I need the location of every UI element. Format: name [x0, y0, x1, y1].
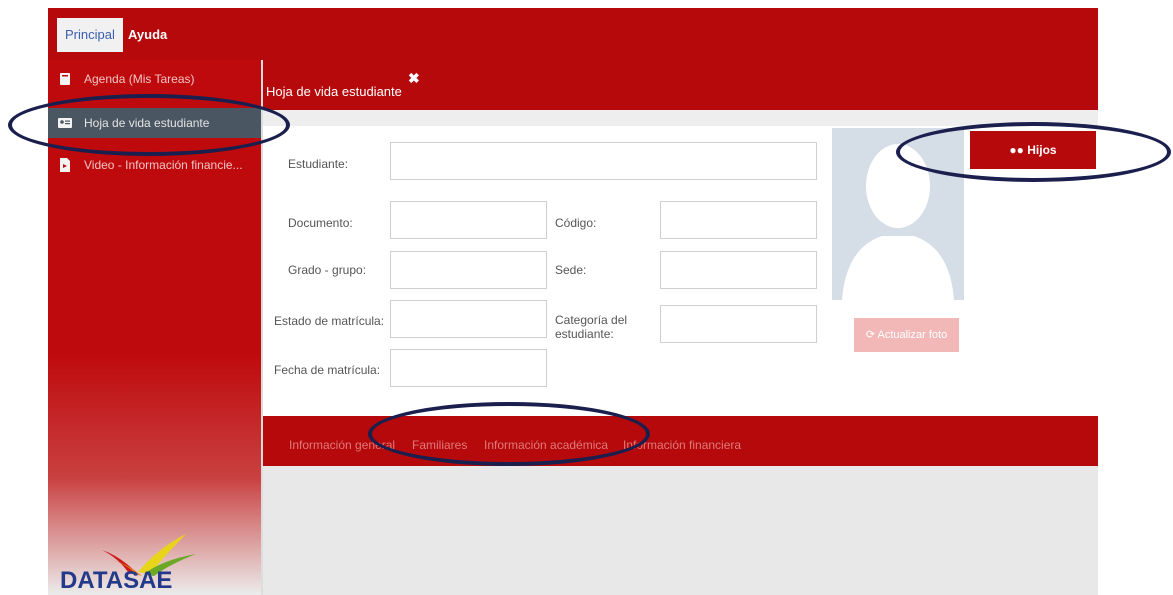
refresh-icon: ⟳ [865, 329, 876, 341]
book-icon [60, 73, 70, 85]
label-categoria: Categoría del estudiante: [555, 313, 628, 341]
annotation-oval-sidebar [8, 94, 290, 156]
label-sede: Sede: [555, 263, 587, 277]
label-codigo: Código: [555, 216, 597, 230]
panel-title: Hoja de vida estudiante [266, 84, 402, 99]
update-photo-label: Actualizar foto [877, 329, 948, 341]
label-grado: Grado - grupo: [288, 263, 367, 277]
sidebar-item-agenda[interactable]: Agenda (Mis Tareas) [48, 64, 261, 94]
estudiante-field[interactable] [390, 142, 817, 180]
update-photo-button[interactable]: ⟳ Actualizar foto [854, 318, 959, 352]
svg-text:DATASAE: DATASAE [60, 567, 172, 590]
datasae-logo: DATASAE [58, 528, 238, 594]
annotation-oval-hijos [896, 122, 1171, 182]
codigo-field[interactable] [660, 201, 817, 239]
tab-ayuda[interactable]: Ayuda [120, 18, 175, 52]
top-menu-bar: Principal Ayuda [48, 8, 1098, 60]
sede-field[interactable] [660, 251, 817, 289]
fecha-matricula-field[interactable] [390, 349, 547, 387]
close-icon[interactable]: ✖ [408, 70, 420, 87]
label-estudiante: Estudiante: [288, 157, 349, 171]
label-fecha: Fecha de matrícula: [274, 363, 381, 377]
tab-principal[interactable]: Principal [57, 18, 123, 52]
grado-field[interactable] [390, 251, 547, 289]
label-estado: Estado de matrícula: [274, 314, 385, 328]
categoria-field[interactable] [660, 305, 817, 343]
estado-matricula-field[interactable] [390, 300, 547, 338]
tab-content-area [263, 466, 1098, 595]
label-documento: Documento: [288, 216, 353, 230]
sidebar-item-label: Agenda (Mis Tareas) [84, 72, 195, 86]
annotation-oval-tabs [368, 402, 650, 466]
video-file-icon [60, 158, 70, 172]
panel-separator [263, 110, 1098, 126]
documento-field[interactable] [390, 201, 547, 239]
